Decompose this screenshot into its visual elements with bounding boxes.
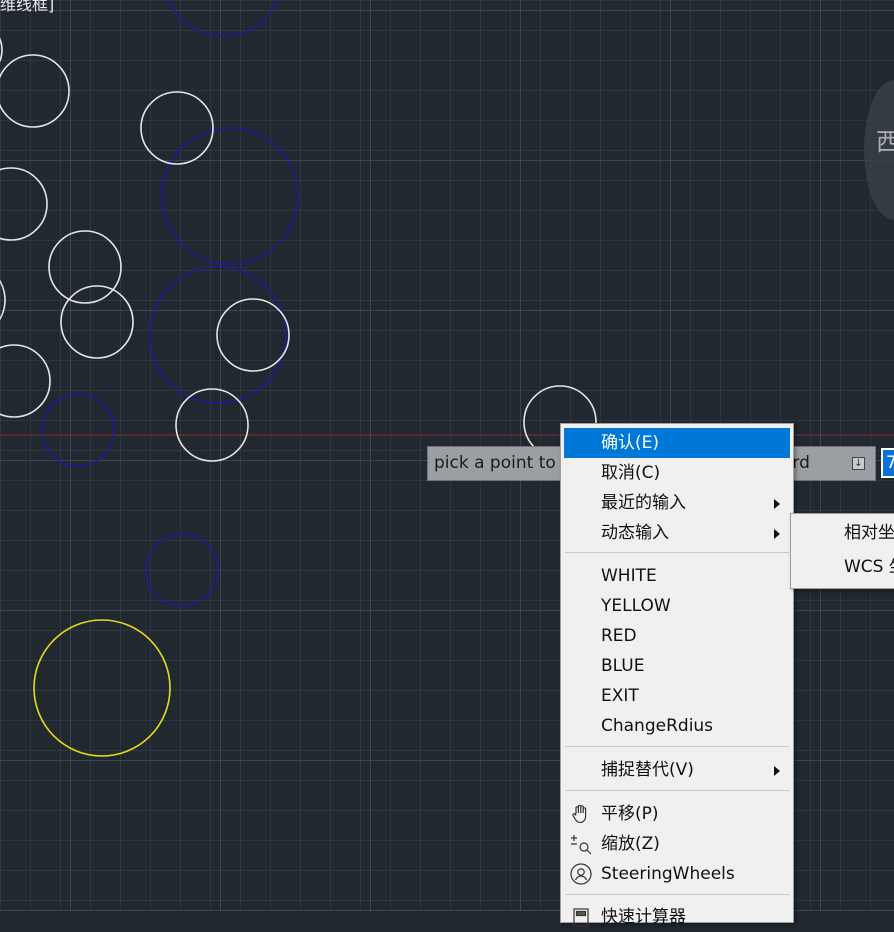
menu-item-confirm[interactable]: 确认(E) (564, 428, 790, 458)
viewport-style-label[interactable]: 维线框] (0, 0, 54, 15)
circle-blue[interactable] (145, 533, 219, 607)
prompt-text: pick a point to (434, 453, 556, 473)
menu-item-label: ChangeRdius (601, 716, 714, 736)
menu-item-label: 动态输入 (601, 523, 669, 543)
menu-item-label: YELLOW (601, 596, 671, 616)
menu-separator (565, 746, 789, 747)
submenu-arrow-icon (774, 529, 780, 539)
circle-white[interactable] (0, 54, 70, 128)
menu-item-yellow[interactable]: YELLOW (564, 591, 790, 621)
circle-blue[interactable] (149, 266, 287, 404)
menu-item-label: WHITE (601, 566, 657, 586)
circle-white[interactable] (0, 167, 48, 241)
circle-white[interactable] (0, 22, 3, 78)
menu-item-calculator[interactable]: 快速计算器 (564, 902, 790, 932)
viewcube-face-label[interactable]: 西 (876, 122, 894, 157)
menu-item-label: 缩放(Z) (601, 834, 660, 854)
steering-wheel-icon (568, 862, 594, 886)
menu-item-dynamic-input[interactable]: 动态输入 (564, 518, 790, 548)
circle-white[interactable] (48, 230, 122, 304)
menu-item-snap-override[interactable]: 捕捉替代(V) (564, 755, 790, 785)
circle-white[interactable] (60, 285, 134, 359)
circle-blue[interactable] (161, 127, 299, 265)
menu-item-label: 确认(E) (601, 433, 660, 453)
menu-item-label: SteeringWheels (601, 864, 735, 884)
menu-item-blue[interactable]: BLUE (564, 651, 790, 681)
menu-item-label: 平移(P) (601, 804, 659, 824)
menu-item-label: 快速计算器 (601, 907, 686, 927)
menu-separator (565, 894, 789, 895)
menu-item-zoom[interactable]: 缩放(Z) (564, 829, 790, 859)
circle-white[interactable] (0, 344, 51, 418)
menu-item-red[interactable]: RED (564, 621, 790, 651)
hand-icon (568, 802, 594, 826)
circle-yellow[interactable] (33, 619, 171, 757)
context-menu: 确认(E) 取消(C) 最近的输入 动态输入 WHITE YELLOW RED … (560, 423, 794, 927)
dynamic-input-submenu: 相对坐 WCS 坐 (790, 513, 894, 589)
menu-item-recent-input[interactable]: 最近的输入 (564, 488, 790, 518)
menu-item-steering-wheels[interactable]: SteeringWheels (564, 859, 790, 889)
submenu-item-wcs[interactable]: WCS 坐 (794, 552, 894, 582)
prompt-dropdown-icon[interactable]: ↓ (852, 457, 865, 470)
menu-item-label: RED (601, 626, 637, 646)
submenu-item-relative[interactable]: 相对坐 (794, 518, 894, 548)
menu-item-label: 取消(C) (601, 463, 661, 483)
menu-separator (565, 790, 789, 791)
menu-item-label: EXIT (601, 686, 639, 706)
coordinate-input[interactable]: 7 (881, 448, 894, 478)
calculator-icon (568, 905, 594, 929)
zoom-icon (568, 832, 594, 856)
menu-item-label: 捕捉替代(V) (601, 760, 694, 780)
menu-separator (565, 552, 789, 553)
menu-item-label: BLUE (601, 656, 645, 676)
menu-item-cancel[interactable]: 取消(C) (564, 458, 790, 488)
menu-item-pan[interactable]: 平移(P) (564, 799, 790, 829)
circle-white[interactable] (0, 262, 6, 338)
circle-blue[interactable] (163, 0, 283, 37)
menu-item-label: 最近的输入 (601, 493, 686, 513)
menu-item-change-radius[interactable]: ChangeRdius (564, 711, 790, 741)
circle-white[interactable] (175, 388, 249, 462)
menu-item-exit[interactable]: EXIT (564, 681, 790, 711)
circle-blue[interactable] (41, 393, 115, 467)
menu-item-white[interactable]: WHITE (564, 561, 790, 591)
circle-white[interactable] (216, 298, 290, 372)
submenu-arrow-icon (774, 499, 780, 509)
submenu-arrow-icon (774, 766, 780, 776)
